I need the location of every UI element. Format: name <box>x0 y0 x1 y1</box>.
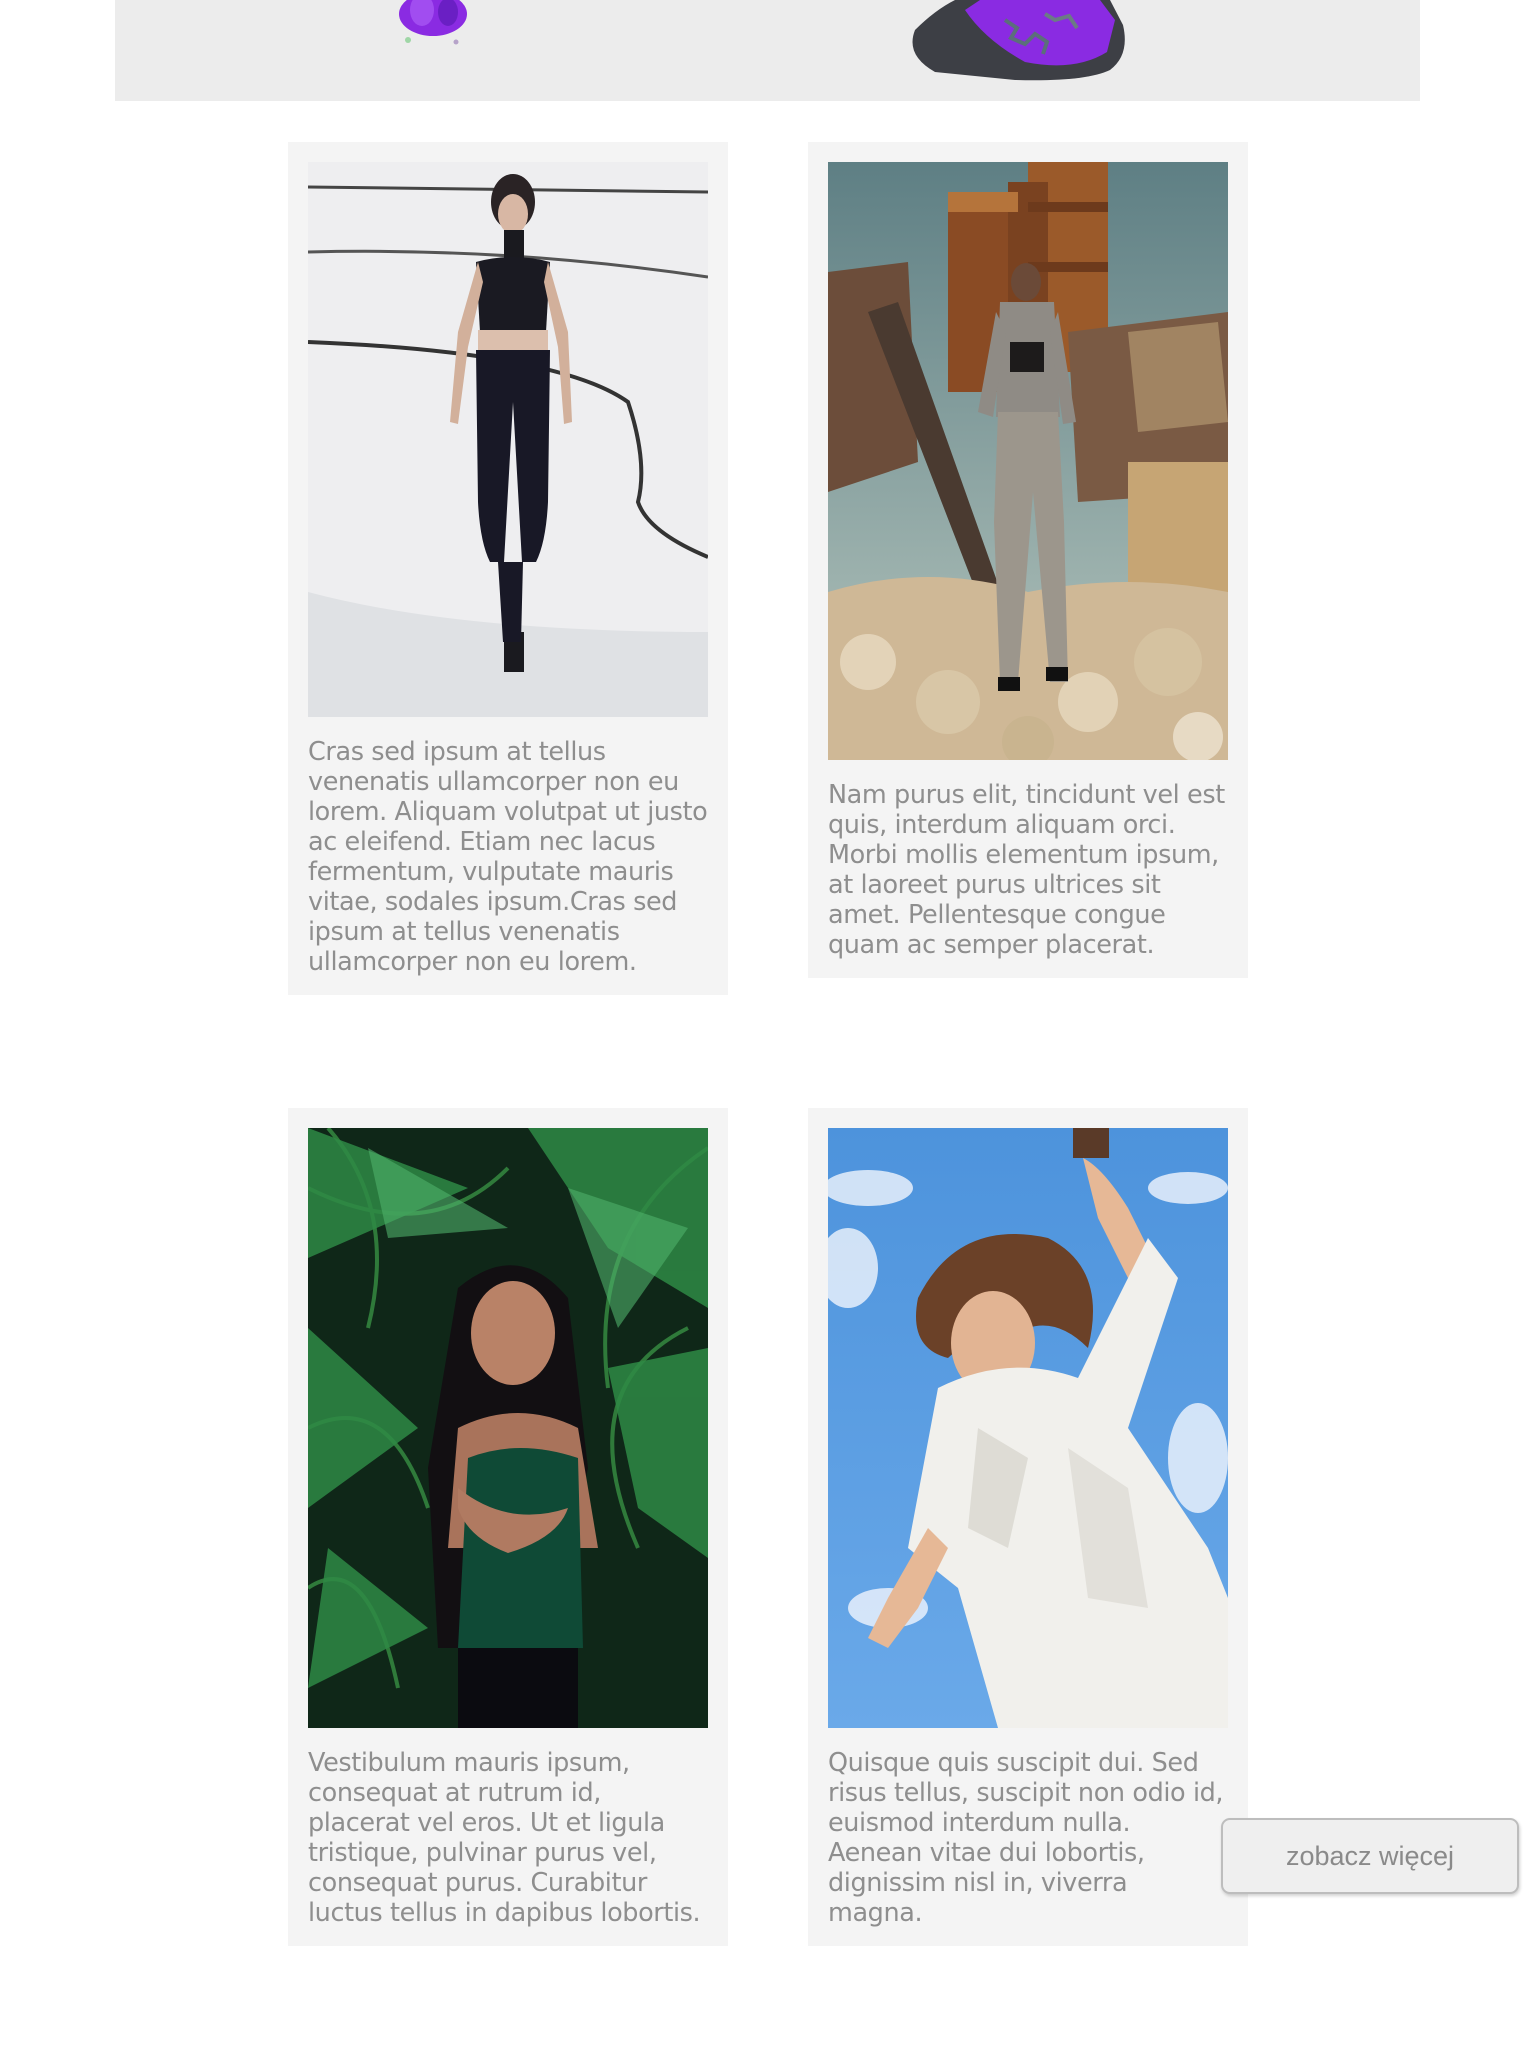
palm-leaves-model-image <box>308 1128 708 1728</box>
gallery-card: Cras sed ipsum at tellus venenatis ullam… <box>288 142 728 995</box>
gallery-card: Nam purus elit, tincidunt vel est quis, … <box>808 142 1248 978</box>
white-suit-sky-model-image <box>828 1128 1228 1728</box>
purple-shape-image <box>399 0 467 45</box>
card-description: Nam purus elit, tincidunt vel est quis, … <box>828 780 1225 960</box>
card-photo <box>308 162 708 717</box>
card-description: Quisque quis suscipit dui. Sed risus tel… <box>828 1748 1224 1928</box>
card-photo <box>828 1128 1228 1728</box>
top-banner <box>115 0 1420 101</box>
dark-rock-purple-image <box>912 0 1125 81</box>
gallery-card: Vestibulum mauris ipsum, consequat at ru… <box>288 1108 728 1946</box>
card-description: Cras sed ipsum at tellus venenatis ullam… <box>308 737 708 977</box>
industrial-ruins-model-image <box>828 162 1228 760</box>
see-more-button[interactable]: zobacz więcej <box>1221 1818 1519 1894</box>
gallery-card: Quisque quis suscipit dui. Sed risus tel… <box>808 1108 1248 1946</box>
runway-model-image <box>308 162 708 717</box>
card-photo <box>828 162 1228 760</box>
card-description: Vestibulum mauris ipsum, consequat at ru… <box>308 1748 701 1928</box>
card-photo <box>308 1128 708 1728</box>
